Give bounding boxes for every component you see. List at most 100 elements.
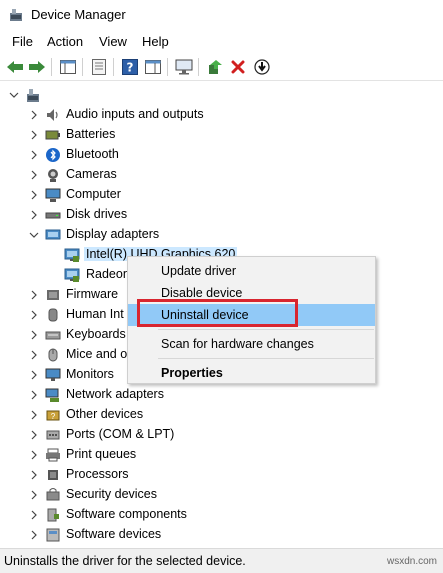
tree-category-processors[interactable]: Processors xyxy=(0,465,443,485)
tree-category-label: Monitors xyxy=(66,367,114,381)
tree-category-label: Other devices xyxy=(66,407,144,421)
tree-category-computer[interactable]: Computer xyxy=(0,185,443,205)
update-driver-button[interactable] xyxy=(205,57,225,77)
chevron-right-icon[interactable] xyxy=(29,529,39,541)
bluetooth-icon xyxy=(46,148,60,162)
tree-category-ports-com-lpt[interactable]: Ports (COM & LPT) xyxy=(0,425,443,445)
tree-category-label: Firmware xyxy=(66,287,119,301)
tree-item-label: Radeon xyxy=(86,267,130,281)
download-arrow-circle-icon xyxy=(254,59,270,75)
chevron-right-icon[interactable] xyxy=(29,149,39,161)
software-device-icon xyxy=(46,528,60,542)
menu-view[interactable]: View xyxy=(99,34,127,49)
chevron-right-icon[interactable] xyxy=(29,209,39,221)
tree-category-label: Audio inputs and outputs xyxy=(66,107,204,121)
chevron-right-icon[interactable] xyxy=(29,389,39,401)
back-button[interactable] xyxy=(5,57,25,77)
action-pane-button[interactable] xyxy=(143,57,163,77)
enable-device-button[interactable] xyxy=(252,57,272,77)
back-arrow-icon xyxy=(7,61,23,73)
status-text: Uninstalls the driver for the selected d… xyxy=(4,554,246,568)
hid-icon xyxy=(48,308,58,322)
tree-category-label: Bluetooth xyxy=(66,147,119,161)
other-devices-icon: ? xyxy=(46,410,60,421)
tree-category-label: Security devices xyxy=(66,487,158,501)
chevron-right-icon[interactable] xyxy=(29,469,39,481)
scan-hardware-button[interactable] xyxy=(174,57,194,77)
chevron-right-icon[interactable] xyxy=(29,129,39,141)
window-title: Device Manager xyxy=(31,7,126,22)
display-adapter-icon xyxy=(64,248,80,262)
mouse-icon xyxy=(48,348,58,362)
tree-category-label: Software devices xyxy=(66,527,162,541)
chevron-down-icon[interactable] xyxy=(9,89,19,101)
update-driver-icon xyxy=(209,60,222,74)
properties-toolbar-button[interactable] xyxy=(89,57,109,77)
forward-button[interactable] xyxy=(27,57,47,77)
chevron-down-icon[interactable] xyxy=(29,229,39,241)
red-x-icon xyxy=(231,60,245,74)
menu-action[interactable]: Action xyxy=(47,34,83,49)
tree-category-label: Print queues xyxy=(66,447,137,461)
speaker-icon xyxy=(47,109,58,121)
chevron-right-icon[interactable] xyxy=(29,449,39,461)
tree-category-software-components[interactable]: Software components xyxy=(0,505,443,525)
tree-category-disk-drives[interactable]: Disk drives xyxy=(0,205,443,225)
tree-category-label: Human Int xyxy=(66,307,124,321)
monitor-scan-icon xyxy=(175,59,193,75)
console-tree-icon xyxy=(60,60,76,74)
svg-text:?: ? xyxy=(127,61,134,75)
chevron-right-icon[interactable] xyxy=(29,349,39,361)
context-separator xyxy=(158,358,374,359)
tree-category-label: Network adapters xyxy=(66,387,164,401)
tree-category-label: Mice and o xyxy=(66,347,128,361)
tree-category-display-adapters[interactable]: Display adapters xyxy=(0,225,443,245)
chevron-right-icon[interactable] xyxy=(29,489,39,501)
chevron-right-icon[interactable] xyxy=(29,169,39,181)
display-adapter-icon xyxy=(64,268,80,282)
context-scan-hardware-changes[interactable]: Scan for hardware changes xyxy=(128,333,375,355)
chevron-right-icon[interactable] xyxy=(29,429,39,441)
tree-category-print-queues[interactable]: Print queues xyxy=(0,445,443,465)
computer-root-icon xyxy=(27,89,39,102)
chevron-right-icon[interactable] xyxy=(29,329,39,341)
tree-category-bluetooth[interactable]: Bluetooth xyxy=(0,145,443,165)
chevron-right-icon[interactable] xyxy=(29,109,39,121)
firmware-icon xyxy=(47,290,59,300)
device-manager-icon xyxy=(10,9,22,21)
display-adapter-icon xyxy=(45,229,61,240)
title-bar: Device Manager xyxy=(0,0,443,31)
tree-category-label: Ports (COM & LPT) xyxy=(66,427,175,441)
tree-category-label: Disk drives xyxy=(66,207,128,221)
tree-category-network-adapters[interactable]: Network adapters xyxy=(0,385,443,405)
tree-category-other-devices[interactable]: ? Other devices xyxy=(0,405,443,425)
help-toolbar-button[interactable]: ? xyxy=(120,57,140,77)
context-properties[interactable]: Properties xyxy=(128,362,375,384)
chevron-right-icon[interactable] xyxy=(29,289,39,301)
help-icon: ? xyxy=(122,59,138,75)
forward-arrow-icon xyxy=(29,61,45,73)
network-adapter-icon xyxy=(45,388,59,402)
chevron-right-icon[interactable] xyxy=(29,309,39,321)
processor-icon xyxy=(48,470,58,480)
tree-category-audio-inputs-and-outputs[interactable]: Audio inputs and outputs xyxy=(0,105,443,125)
menu-file[interactable]: File xyxy=(12,34,33,49)
tree-category-software-devices[interactable]: Software devices xyxy=(0,525,443,545)
uninstall-device-button[interactable] xyxy=(228,57,248,77)
properties-sheet-icon xyxy=(92,59,106,75)
show-hide-console-tree-button[interactable] xyxy=(58,57,78,77)
tree-category-label: Software components xyxy=(66,507,187,521)
port-icon xyxy=(46,430,60,440)
context-update-driver[interactable]: Update driver xyxy=(128,260,375,282)
tree-category-batteries[interactable]: Batteries xyxy=(0,125,443,145)
chevron-right-icon[interactable] xyxy=(29,509,39,521)
tree-category-cameras[interactable]: Cameras xyxy=(0,165,443,185)
tree-root[interactable] xyxy=(0,85,443,105)
chevron-right-icon[interactable] xyxy=(29,189,39,201)
tree-category-security-devices[interactable]: Security devices xyxy=(0,485,443,505)
keyboard-icon xyxy=(45,331,61,340)
chevron-right-icon[interactable] xyxy=(29,409,39,421)
chevron-right-icon[interactable] xyxy=(29,369,39,381)
tree-category-label: Cameras xyxy=(66,167,117,181)
menu-help[interactable]: Help xyxy=(142,34,169,49)
